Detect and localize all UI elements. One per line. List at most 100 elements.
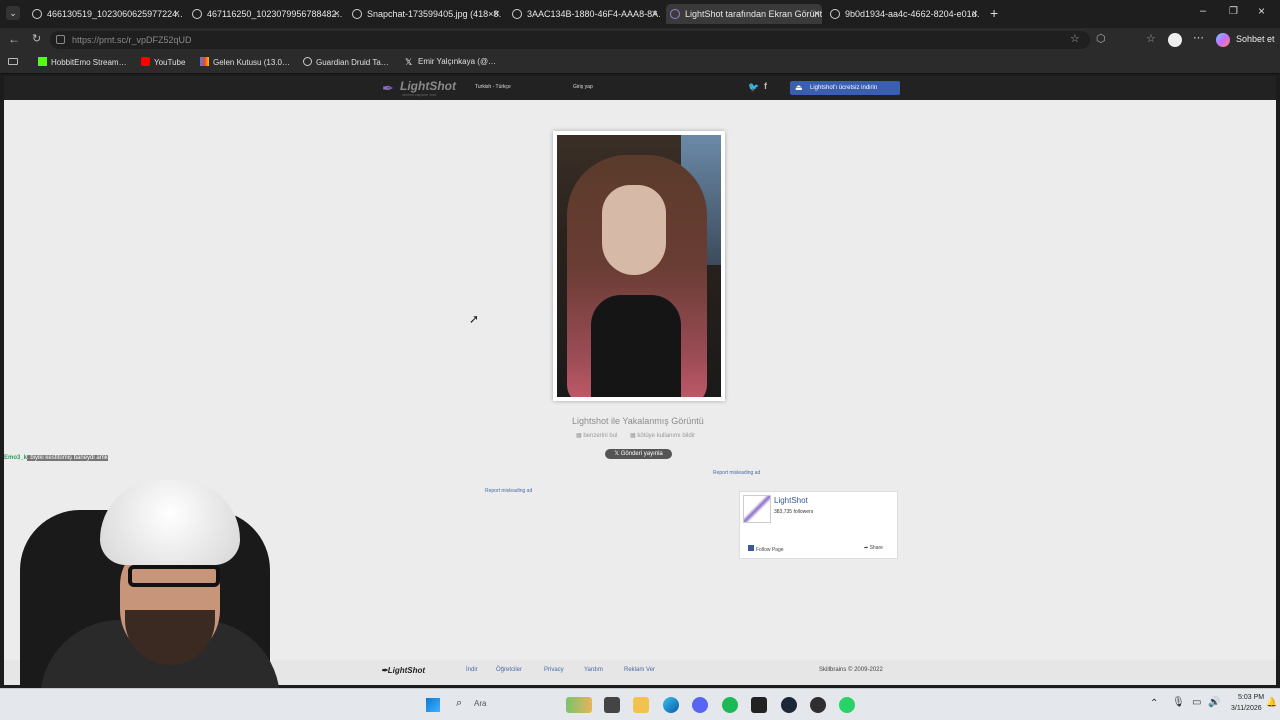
copilot-icon[interactable] — [1216, 33, 1230, 47]
copilot-chat-label[interactable]: Sohbet et — [1236, 34, 1275, 44]
windows-taskbar: ⌕ Ara ⌃ 🎙 ▭ 🔊 5:03 PM 3/11/2026 🔔 — [0, 688, 1280, 720]
footer-link-privacy[interactable]: Privacy — [544, 667, 564, 673]
favorites-icon[interactable]: ☆ — [1146, 32, 1156, 45]
close-icon[interactable]: × — [174, 4, 180, 24]
tray-chevron-icon[interactable]: ⌃ — [1150, 698, 1158, 709]
clock-date[interactable]: 3/11/2026 — [1231, 705, 1262, 712]
window-close-icon[interactable]: × — [1258, 4, 1265, 18]
address-toolbar: ← ↻ https://prnt.sc/r_vpDFZ52qUD ☆ ⬡ ☆ ⋯… — [0, 28, 1280, 52]
close-icon[interactable]: × — [494, 4, 500, 24]
tab-2[interactable]: 467116250_1023079956788482… × — [190, 4, 342, 24]
x-icon: 𝕏 — [614, 451, 620, 457]
footer-logo[interactable]: ✒LightShot — [381, 666, 425, 675]
footer-link-advertise[interactable]: Reklam Ver — [624, 667, 655, 673]
globe-icon — [512, 9, 522, 19]
close-icon[interactable]: × — [334, 4, 340, 24]
tab-label: Snapchat-173599405.jpg (418×8… — [367, 9, 502, 19]
report-abuse-link[interactable]: ▦ kötüye kullanımı bildir — [630, 432, 695, 439]
tab-label: 3AAC134B-1880-46F4-AAA8-8A… — [527, 9, 660, 19]
page-avatar[interactable] — [743, 495, 771, 523]
reload-icon[interactable]: ↻ — [32, 32, 41, 45]
share-button[interactable]: ➦ Share — [864, 545, 883, 551]
download-button[interactable]: ⏏ Lightshot'ı ücretsiz indirin — [790, 81, 900, 95]
youtube-icon — [141, 57, 150, 66]
bookmark-emir[interactable]: 𝕏 Emir Yalçınkaya (@… — [405, 57, 496, 67]
tab-list-icon[interactable]: ⌄ — [6, 6, 20, 20]
extensions-icon[interactable]: ⬡ — [1096, 32, 1106, 45]
tab-label: LightShot tarafından Ekran Görünt… — [685, 9, 822, 19]
microphone-icon[interactable]: 🎙 — [1172, 697, 1185, 708]
bookmark-youtube[interactable]: YouTube — [141, 57, 185, 67]
minimize-icon[interactable]: – — [1200, 5, 1206, 17]
close-icon[interactable]: × — [652, 4, 658, 24]
page-name[interactable]: LightShot — [774, 496, 808, 505]
report-ad-link[interactable]: Report misleading ad — [713, 470, 760, 476]
site-logo[interactable]: LightShot — [400, 79, 456, 93]
footer-link-tutorials[interactable]: Öğretciler — [496, 667, 522, 673]
url-text: https://prnt.sc/r_vpDFZ52qUD — [72, 35, 192, 45]
whatsapp-icon[interactable] — [839, 697, 855, 713]
back-icon[interactable]: ← — [8, 32, 20, 46]
close-icon[interactable]: × — [814, 4, 820, 24]
notifications-icon[interactable]: 🔔 — [1266, 697, 1277, 708]
bookmark-hobbitemo[interactable]: HobbitEmo Stream… — [38, 57, 127, 67]
webcam-glasses — [128, 565, 220, 587]
obs-icon[interactable] — [810, 697, 826, 713]
discord-icon[interactable] — [692, 697, 708, 713]
steam-icon[interactable] — [781, 697, 797, 713]
tab-6[interactable]: 9b0d1934-aa4c-4662-8204-e01d… × — [828, 4, 980, 24]
network-icon[interactable]: ▭ — [1192, 697, 1201, 708]
lightshot-feather-icon: ✒ — [382, 80, 394, 96]
language-select[interactable]: Turkish - Türkçe — [475, 84, 511, 90]
weather-widget-icon[interactable] — [566, 697, 592, 713]
volume-icon[interactable]: 🔊 — [1208, 697, 1220, 708]
edge-icon[interactable] — [663, 697, 679, 713]
reading-list-icon[interactable] — [8, 58, 18, 65]
clock-time[interactable]: 5:03 PM — [1238, 694, 1264, 701]
task-view-icon[interactable] — [604, 697, 620, 713]
windows-start-icon[interactable] — [426, 698, 440, 712]
webcam-fur-hat — [100, 480, 240, 565]
tab-label: 9b0d1934-aa4c-4662-8204-e01d… — [845, 9, 980, 19]
browser-tab-bar: ⌄ 466130519_1023060625977224… × 467116250… — [0, 0, 1280, 28]
tab-4[interactable]: 3AAC134B-1880-46F4-AAA8-8A… × — [510, 4, 660, 24]
more-menu-icon[interactable]: ⋯ — [1193, 31, 1204, 44]
mouse-cursor-icon: ➚ — [469, 312, 480, 326]
facebook-page-widget: LightShot 383,735 followers Follow Page … — [739, 491, 898, 559]
facebook-icon[interactable]: f — [764, 81, 767, 91]
chat-text: : biyiki kesfitomiş baneydi amk — [27, 455, 108, 461]
follow-page-button[interactable]: Follow Page — [748, 545, 784, 553]
terminal-icon[interactable] — [751, 697, 767, 713]
report-ad-link[interactable]: Report misleading ad — [485, 488, 532, 494]
bookmark-gmail[interactable]: Gelen Kutusu (13.0… — [200, 57, 290, 67]
new-tab-icon[interactable]: + — [990, 5, 998, 21]
share-icon: ➦ — [864, 545, 869, 551]
bookmark-guardian-druid[interactable]: Guardian Druid Ta… — [303, 57, 389, 67]
close-icon[interactable]: × — [972, 4, 978, 24]
chat-user: Emo3_k — [4, 455, 28, 461]
footer-link-help[interactable]: Yardım — [584, 667, 603, 673]
tab-3[interactable]: Snapchat-173599405.jpg (418×8… × — [350, 4, 502, 24]
tweet-button[interactable]: 𝕏 Gönderi yayınla — [605, 449, 672, 459]
footer-link-download[interactable]: İndir — [466, 667, 478, 673]
favorite-star-icon[interactable]: ☆ — [1070, 32, 1080, 45]
facebook-icon — [748, 545, 754, 551]
profile-avatar[interactable] — [1168, 33, 1182, 47]
spotify-icon[interactable] — [722, 697, 738, 713]
file-explorer-icon[interactable] — [633, 697, 649, 713]
login-link[interactable]: Giriş yap — [573, 84, 593, 90]
site-info-icon[interactable] — [56, 35, 65, 44]
tab-1[interactable]: 466130519_1023060625977224… × — [30, 4, 182, 24]
tab-5[interactable]: LightShot tarafından Ekran Görünt… × — [666, 4, 822, 24]
globe-icon — [303, 57, 312, 66]
footer-copyright: Skillbrains © 2009-2022 — [819, 667, 883, 673]
find-similar-link[interactable]: ▦ benzerini bul — [576, 432, 617, 439]
maximize-icon[interactable]: ❐ — [1229, 6, 1238, 17]
taskbar-search[interactable]: ⌕ Ara — [452, 696, 562, 714]
stream-chat-message: Emo3_k: biyiki kesfitomiş baneydi amk — [4, 455, 108, 461]
screenshot-image[interactable] — [553, 131, 725, 401]
twitter-icon[interactable]: 🐦 — [748, 82, 759, 93]
url-field[interactable]: https://prnt.sc/r_vpDFZ52qUD — [50, 31, 1090, 49]
site-logo-tagline: screen capture tool — [402, 92, 437, 97]
site-header: ✒ LightShot screen capture tool Turkish … — [4, 76, 1276, 100]
